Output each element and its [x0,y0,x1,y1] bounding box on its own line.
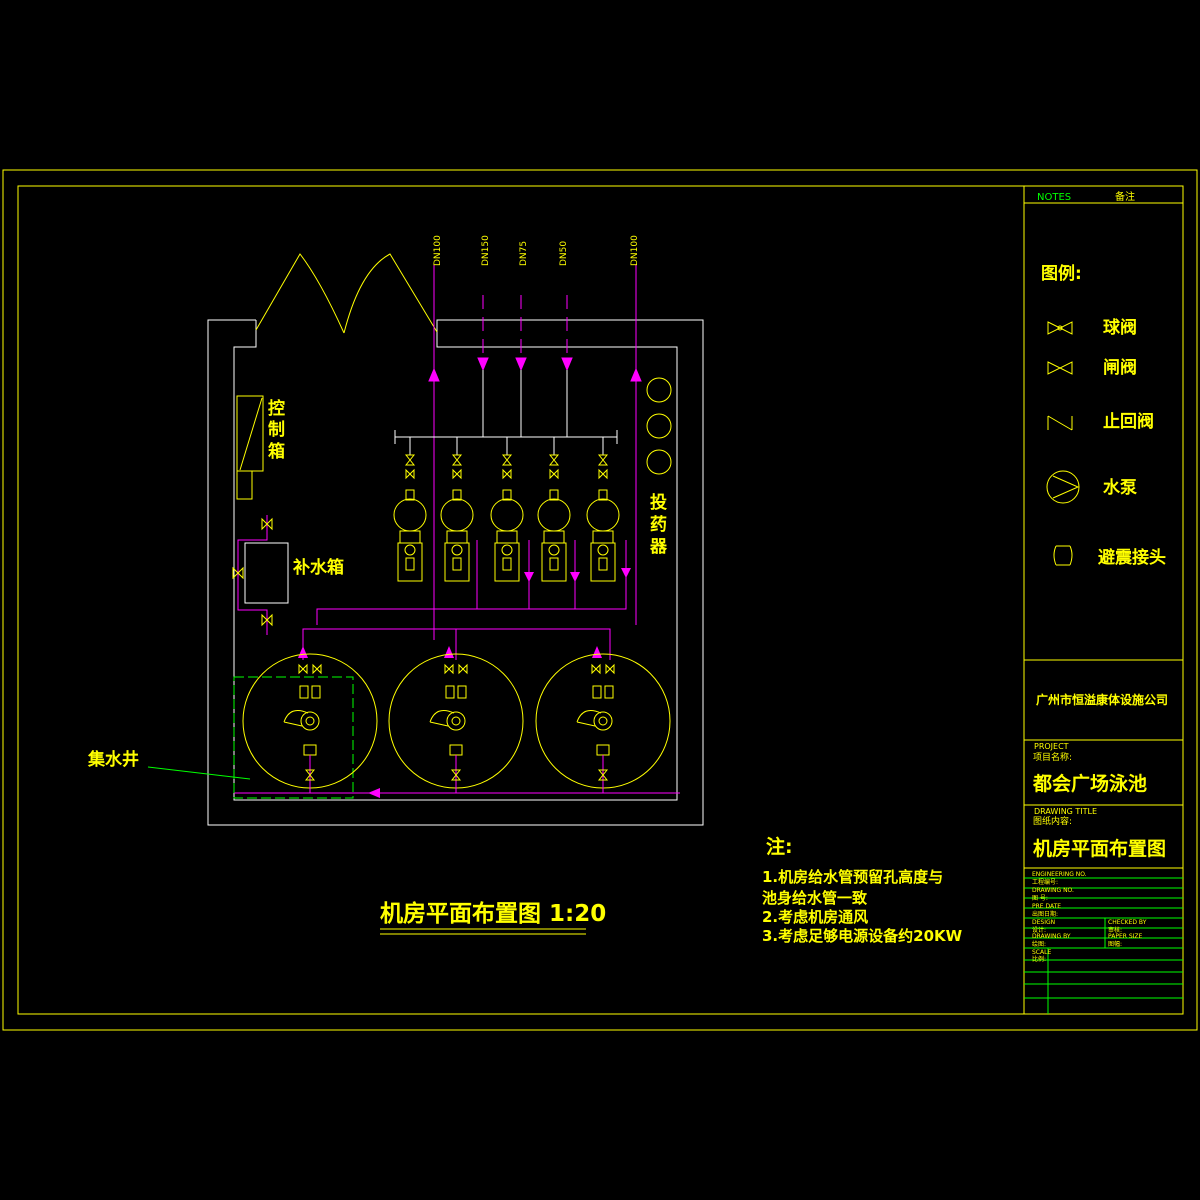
note-line-3: 2.考虑机房通风 [762,908,868,926]
pipe-label-2: DN150 [481,235,491,266]
project-label-en: PROJECT [1034,742,1069,751]
company-name: 广州市恒溢康体设施公司 [1036,692,1168,707]
drawing-name: 机房平面布置图 [1033,837,1166,860]
doors [255,253,438,334]
drawing-label-en: DRAWING TITLE [1034,807,1097,816]
flex-joint-icon [1053,545,1073,566]
dosing-label-3: 器 [649,537,668,557]
notes-heading: 注: [766,835,793,858]
control-box [236,395,264,500]
title-block: NOTES 备注 图例: 球阀 闸阀 止回阀 水泵 避震接头 广州市恒溢康体设施… [1023,186,1183,1014]
legend-label-flex-joint: 避震接头 [1098,547,1166,568]
paper-en: PAPER SIZE [1108,933,1143,940]
pipe-label-3: DN75 [519,241,529,266]
sand-filter [535,653,671,793]
drawing-title: 机房平面布置图 1:20 [380,900,606,927]
check-valve-icon [1047,415,1073,431]
scale-en: SCALE [1032,949,1051,956]
ball-valve-icon [1047,321,1073,335]
drawn-cn: 绘图: [1032,940,1046,948]
legend-label-gate-valve: 闸阀 [1103,357,1137,378]
dosing-units [646,377,672,475]
pump-unit [537,437,571,582]
eng-no-en: ENGINEERING NO. [1032,871,1087,878]
eng-no-cn: 工程编号: [1032,878,1058,886]
pump-unit [490,437,524,582]
cad-drawing: NOTES 备注 图例: 球阀 闸阀 止回阀 水泵 避震接头 广州市恒溢康体设施… [2,169,1198,1031]
control-box-label-1: 控 [268,398,285,419]
note-line-4: 3.考虑足够电源设备约20KW [762,927,963,945]
drawn-en: DRAWING BY [1032,933,1071,940]
sump-pit [147,676,354,799]
notes-header-cn: 备注 [1115,190,1135,203]
design-en: DESIGN [1032,919,1055,926]
gate-valve-icon [1047,361,1073,375]
project-label-cn: 项目名称: [1033,751,1072,763]
dwg-no-en: DRAWING NO. [1032,887,1074,894]
pipe-label-1: DN100 [433,235,443,266]
pump-unit [586,437,620,582]
notes-header-en: NOTES [1037,192,1071,203]
legend-title: 图例: [1041,263,1082,284]
legend-label-ball-valve: 球阀 [1103,317,1137,338]
checked-en: CHECKED BY [1108,919,1147,926]
pump-unit [393,437,427,582]
header-manifold [394,370,618,444]
dwg-no-cn: 图 号: [1032,895,1048,902]
paper-cn: 图幅: [1108,940,1122,948]
control-box-label-2: 制 [268,419,285,440]
title-underline [380,928,586,935]
scale-cn: 比例: [1032,955,1046,963]
makeup-tank [232,515,289,635]
date-cn: 出图日期: [1032,910,1058,918]
note-line-2: 池身给水管一致 [762,889,868,907]
sump-label: 集水井 [87,749,139,770]
makeup-tank-label: 补水箱 [292,557,344,578]
sand-filter [242,653,378,793]
pipe-label-4: DN50 [559,241,569,266]
control-box-label-3: 箱 [268,441,285,462]
note-line-1: 1.机房给水管预留孔高度与 [762,868,943,886]
drawing-label-cn: 图纸内容: [1033,815,1072,827]
pumps [393,437,620,582]
main-pipes [428,265,642,640]
dosing-label-1: 投 [650,492,667,513]
project-name: 都会广场泳池 [1032,772,1147,795]
legend-label-pump: 水泵 [1103,477,1137,498]
pump-icon [1046,470,1080,504]
pipe-label-5: DN100 [630,235,640,266]
inner-frame [17,185,1184,1015]
pump-unit [440,437,474,582]
legend-label-check-valve: 止回阀 [1103,411,1154,432]
dosing-label-2: 药 [650,514,667,535]
date-en: PRE DATE [1032,903,1061,910]
filters [242,653,671,793]
flow-arrows [298,568,631,798]
sand-filter [388,653,524,793]
pipe-size-labels: DN100 DN150 DN75 DN50 DN100 [433,235,640,266]
